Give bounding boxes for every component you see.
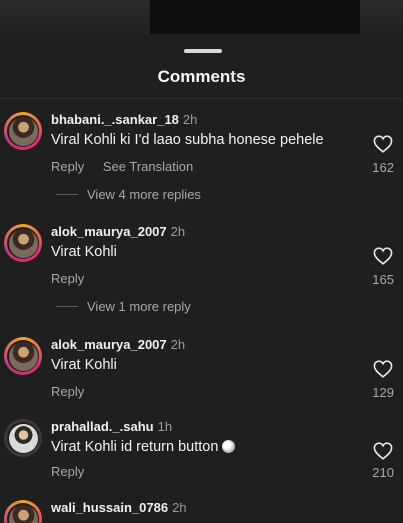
- comments-sheet: Comments bhabani._.sankar_18 2h Viral Koh…: [0, 34, 403, 523]
- comment-text: Virat Kohli: [51, 357, 117, 373]
- view-more-replies[interactable]: View 4 more replies: [56, 187, 201, 202]
- replies-line: [56, 306, 78, 307]
- avatar[interactable]: [4, 419, 42, 457]
- avatar[interactable]: [4, 337, 42, 375]
- white-circle-emoji-icon: [222, 440, 236, 453]
- avatar-photo: [8, 116, 38, 146]
- comment-text: Viral Kohli ki I'd laao subha honese peh…: [51, 132, 324, 148]
- avatar[interactable]: [4, 224, 42, 262]
- avatar[interactable]: [4, 112, 42, 150]
- reply-button[interactable]: Reply: [51, 271, 84, 286]
- reply-button[interactable]: Reply: [51, 384, 84, 399]
- like-count: 162: [372, 160, 394, 175]
- comment-username[interactable]: alok_maurya_2007 2h: [51, 337, 185, 352]
- sheet-title: Comments: [157, 67, 246, 86]
- comment-time: 2h: [170, 337, 186, 352]
- comment-username[interactable]: bhabani._.sankar_18 2h: [51, 112, 197, 127]
- avatar-photo: [8, 504, 38, 523]
- comment-username[interactable]: prahallad._.sahu 1h: [51, 419, 172, 434]
- comment-time: 2h: [172, 500, 187, 515]
- view-more-replies-label: View 4 more replies: [87, 187, 201, 202]
- comment-username[interactable]: wali_hussain_0786 2h: [51, 500, 187, 515]
- comment-actions: Reply: [51, 464, 99, 479]
- view-more-replies-label: View 1 more reply: [87, 299, 191, 314]
- like-count: 210: [372, 465, 394, 480]
- comment-actions: Reply See Translation: [51, 159, 208, 174]
- heart-icon[interactable]: [373, 135, 393, 153]
- comment-text: Virat Kohli id return button: [51, 439, 236, 455]
- avatar-photo: [8, 423, 38, 453]
- reply-button[interactable]: Reply: [51, 159, 84, 174]
- heart-icon[interactable]: [373, 360, 393, 378]
- replies-line: [56, 194, 78, 195]
- drag-handle[interactable]: [184, 49, 222, 53]
- comment-time: 2h: [170, 224, 186, 239]
- heart-icon[interactable]: [373, 442, 393, 460]
- like-count: 165: [372, 272, 394, 287]
- avatar-photo: [8, 228, 38, 258]
- avatar-photo: [8, 341, 38, 371]
- avatar[interactable]: [4, 500, 42, 523]
- reply-button[interactable]: Reply: [51, 464, 84, 479]
- comment-text: Virat Kohli: [51, 244, 117, 260]
- comment-username[interactable]: alok_maurya_2007 2h: [51, 224, 185, 239]
- comment-actions: Reply: [51, 271, 99, 286]
- view-more-replies[interactable]: View 1 more reply: [56, 299, 191, 314]
- heart-icon[interactable]: [373, 247, 393, 265]
- comment-time: 2h: [182, 112, 198, 127]
- see-translation-button[interactable]: See Translation: [103, 159, 193, 174]
- comment-actions: Reply: [51, 384, 99, 399]
- like-count: 129: [372, 385, 394, 400]
- comment-time: 1h: [157, 419, 173, 434]
- divider: [0, 98, 403, 99]
